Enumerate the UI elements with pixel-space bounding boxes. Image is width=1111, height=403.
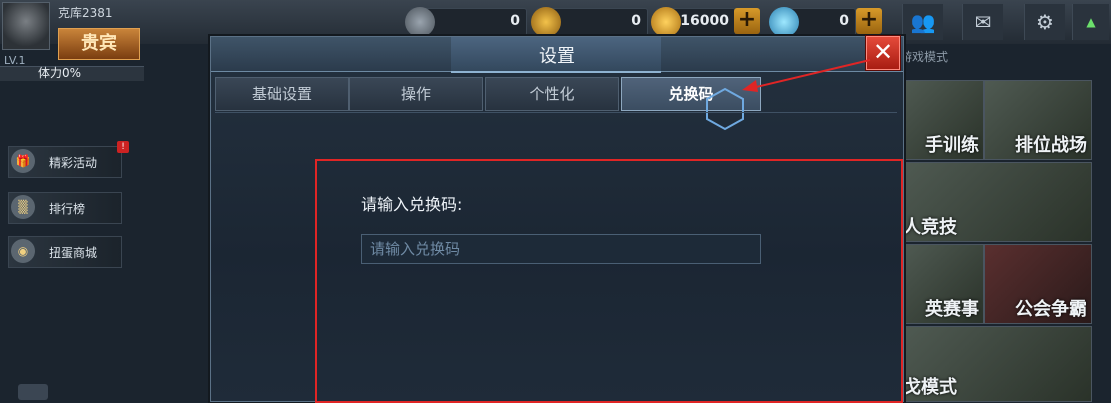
gift-icon: 🎁 xyxy=(11,149,35,173)
diamond-icon xyxy=(769,7,799,37)
mode-tile-tournament[interactable]: 英赛事 xyxy=(902,244,984,324)
diamonds-counter: 0 xyxy=(769,7,856,37)
add-diamonds-button[interactable]: + xyxy=(856,8,882,34)
side-item-leaderboard[interactable]: ▒ 排行榜 xyxy=(8,192,122,224)
tab-controls[interactable]: 操作 xyxy=(349,77,483,111)
chat-icon[interactable] xyxy=(18,384,48,400)
mode-tile-training[interactable]: 手训练 xyxy=(902,80,984,160)
mode-tile-ranked[interactable]: 排位战场 xyxy=(984,80,1092,160)
side-item-gacha-shop[interactable]: ◉ 扭蛋商城 xyxy=(8,236,122,268)
coins-value: 16000 xyxy=(680,13,729,29)
signal-icon: ▲ xyxy=(1072,4,1109,40)
gold-medal-icon xyxy=(531,7,561,37)
gold-medal-counter: 0 xyxy=(531,7,648,37)
mode-tile-label: 人竞技 xyxy=(903,217,957,238)
mode-tile-label: 手训练 xyxy=(925,135,979,156)
mode-tile-guild-war[interactable]: 公会争霸 xyxy=(984,244,1092,324)
coin-icon xyxy=(651,7,681,37)
add-coins-button[interactable]: + xyxy=(734,8,760,34)
mode-tile-other[interactable]: 戈模式 xyxy=(902,326,1092,402)
triangle-emblem-icon xyxy=(405,7,435,37)
tab-personalization[interactable]: 个性化 xyxy=(485,77,619,111)
player-name: 克库2381 xyxy=(58,6,113,20)
vip-badge[interactable]: 贵宾 xyxy=(58,28,140,60)
stamina-text: 体力0% xyxy=(38,66,82,80)
rank-points-counter: 0 xyxy=(405,7,527,37)
capsule-icon: ◉ xyxy=(11,239,35,263)
rank-points-value: 0 xyxy=(510,13,520,29)
side-item-label: 精彩活动 xyxy=(49,156,98,170)
side-item-label: 扭蛋商城 xyxy=(49,246,98,260)
mail-icon[interactable]: ✉ xyxy=(962,4,1003,40)
coins-counter: 16000 xyxy=(651,7,736,37)
notification-badge: ! xyxy=(117,141,129,153)
mode-tile-arena[interactable]: 人竞技 xyxy=(902,162,1092,242)
redeem-code-input[interactable] xyxy=(361,234,761,264)
mode-tile-label: 英赛事 xyxy=(925,299,979,320)
annotation-arrow xyxy=(742,59,871,92)
modes-title: 游戏模式 xyxy=(900,50,949,64)
mode-tile-label: 排位战场 xyxy=(1015,135,1087,156)
avatar[interactable] xyxy=(2,2,50,50)
redeem-code-label: 请输入兑换码: xyxy=(361,195,463,214)
gear-icon[interactable]: ⚙ xyxy=(1024,4,1065,40)
mode-tile-label: 戈模式 xyxy=(903,377,957,398)
tab-divider xyxy=(215,112,897,113)
gold-medal-value: 0 xyxy=(631,13,641,29)
side-item-events[interactable]: 🎁 精彩活动 ! xyxy=(8,141,129,178)
tab-basic-settings[interactable]: 基础设置 xyxy=(215,77,349,111)
side-item-label: 排行榜 xyxy=(49,202,86,216)
friends-icon[interactable]: 👥 xyxy=(902,4,943,40)
mode-tile-label: 公会争霸 xyxy=(1015,299,1087,320)
diamonds-value: 0 xyxy=(839,13,849,29)
podium-icon: ▒ xyxy=(11,195,35,219)
